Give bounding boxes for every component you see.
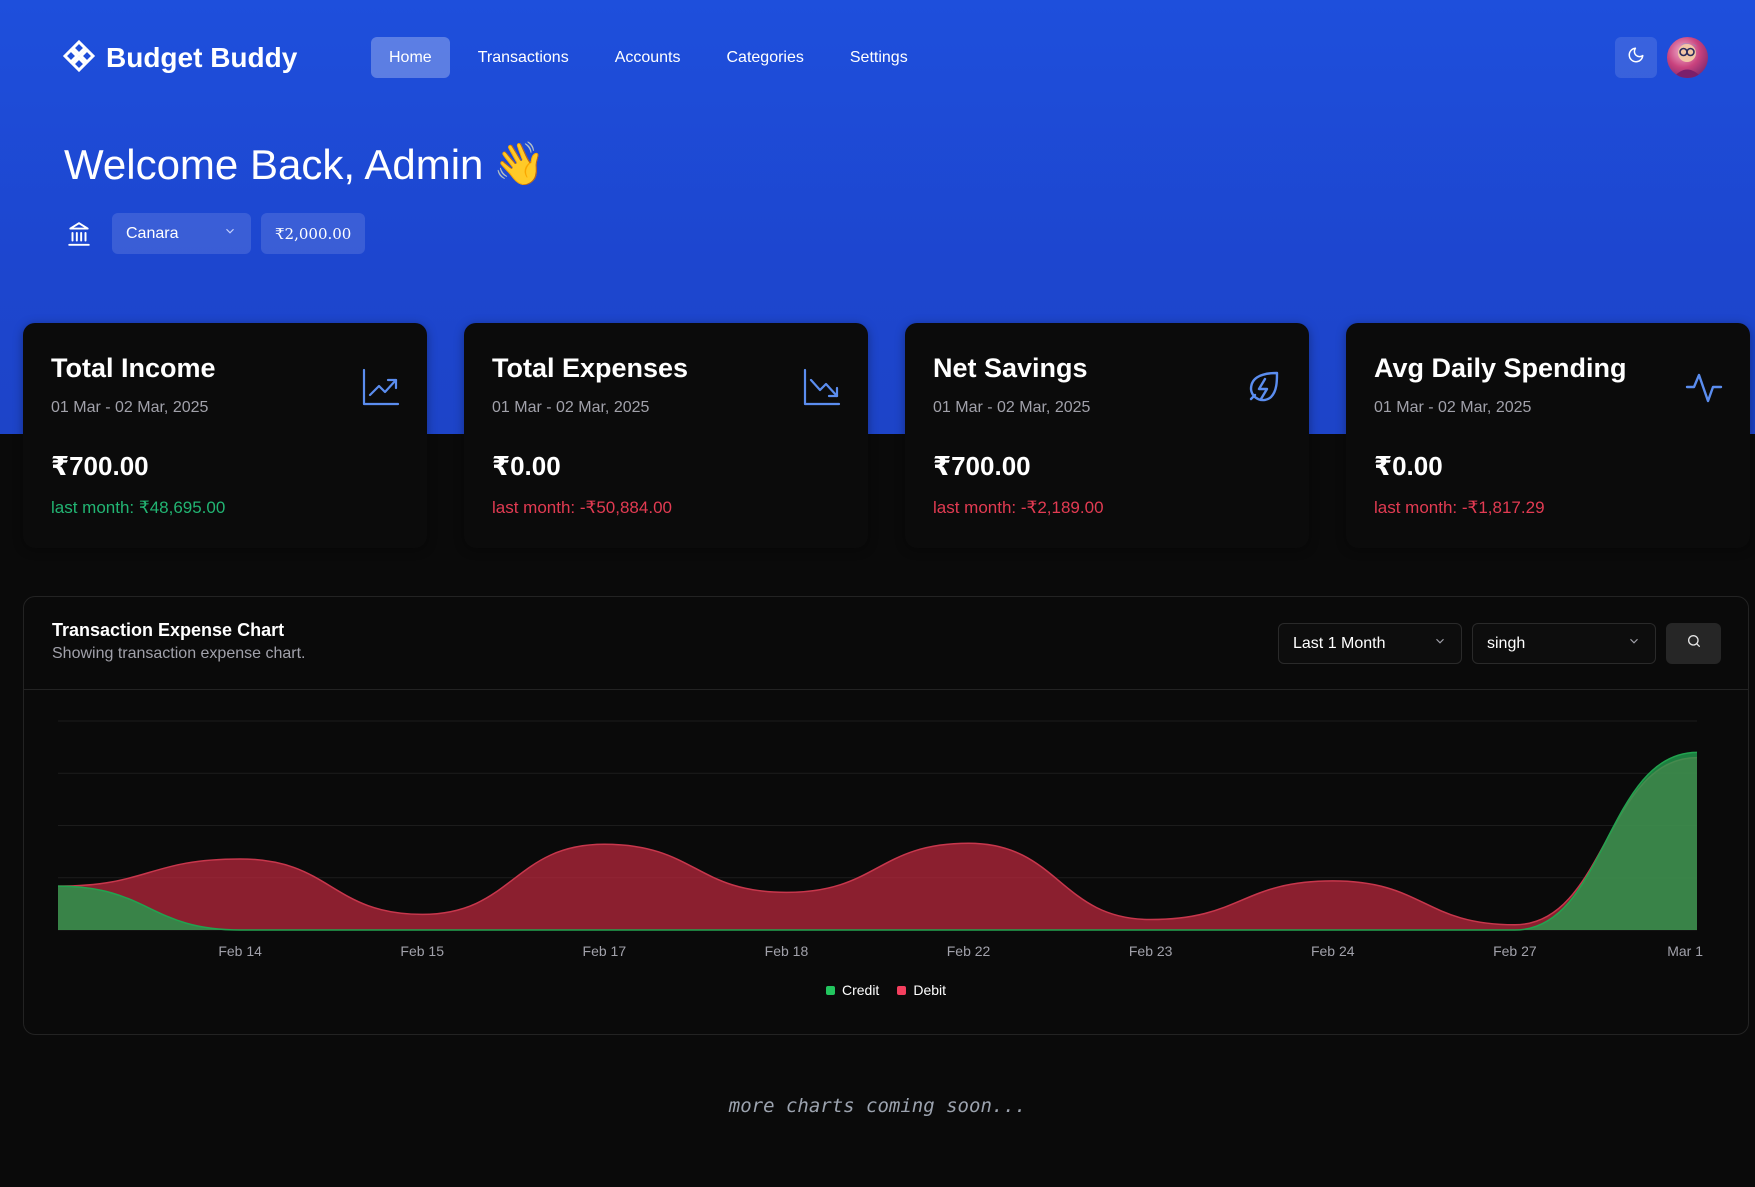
bank-select[interactable]: Canara (112, 213, 251, 254)
x-tick-label: Feb 14 (218, 943, 262, 959)
wave-emoji: 👋 (493, 140, 546, 187)
trending-up-icon (361, 367, 401, 407)
leaf-bolt-icon (1243, 367, 1283, 407)
account-row: Canara ₹2,000.00 (64, 213, 366, 254)
card-title: Net Savings (933, 353, 1088, 383)
nav-transactions[interactable]: Transactions (460, 37, 587, 78)
legend-swatch (897, 985, 907, 995)
card-value: ₹0.00 (1374, 451, 1443, 481)
x-tick-label: Feb 27 (1493, 943, 1537, 959)
x-tick-label: Mar 1 (1667, 943, 1703, 959)
nav-home[interactable]: Home (371, 37, 450, 78)
search-icon (1686, 633, 1702, 654)
period-select[interactable]: Last 1 Month (1278, 623, 1462, 664)
nav-categories[interactable]: Categories (709, 37, 822, 78)
search-button[interactable] (1666, 623, 1721, 664)
area-chart: Feb 14 Feb 15 Feb 17 Feb 18 Feb 22 Feb 23 Feb … (57, 720, 1703, 959)
user-avatar[interactable] (1667, 37, 1708, 78)
card-title: Avg Daily Spending (1374, 353, 1627, 383)
chart-x-ticks: Feb 14 Feb 15 Feb 17 Feb 18 Feb 22 Feb 23 Feb … (218, 943, 1703, 959)
card-value: ₹700.00 (933, 451, 1031, 481)
chart-controls: Last 1 Month singh (1278, 623, 1721, 664)
x-tick-label: Feb 17 (583, 943, 627, 959)
card-last-month: last month: -₹50,884.00 (492, 498, 672, 517)
trending-down-icon (802, 367, 842, 407)
total-expenses-card: Total Expenses 01 Mar - 02 Mar, 2025 ₹0.… (464, 323, 868, 548)
period-select-value: Last 1 Month (1293, 634, 1386, 652)
brand[interactable]: Budget Buddy (62, 38, 297, 78)
welcome-heading: Welcome Back, Admin 👋 (64, 140, 546, 189)
x-tick-label: Feb 22 (947, 943, 991, 959)
legend-swatch (825, 985, 835, 995)
card-date: 01 Mar - 02 Mar, 2025 (1374, 399, 1532, 416)
nav-settings[interactable]: Settings (832, 37, 926, 78)
card-value: ₹700.00 (51, 451, 149, 481)
chevron-down-icon (1433, 634, 1447, 653)
net-savings-card: Net Savings 01 Mar - 02 Mar, 2025 ₹700.0… (905, 323, 1309, 548)
card-title: Total Expenses (492, 353, 689, 383)
card-title: Total Income (51, 353, 216, 383)
moon-icon (1627, 46, 1645, 69)
chart-legend: Credit Debit (24, 982, 1748, 998)
nav-accounts[interactable]: Accounts (597, 37, 699, 78)
chart-title: Transaction Expense Chart (52, 620, 285, 640)
card-date: 01 Mar - 02 Mar, 2025 (51, 399, 209, 416)
coming-soon-text: more charts coming soon... (728, 1095, 1027, 1117)
transaction-expense-chart-card: Transaction Expense Chart Showing transa… (23, 596, 1749, 1035)
bank-select-value: Canara (126, 224, 179, 242)
card-date: 01 Mar - 02 Mar, 2025 (933, 399, 1091, 416)
activity-icon (1684, 367, 1724, 407)
card-date: 01 Mar - 02 Mar, 2025 (492, 399, 650, 416)
chart-header: Transaction Expense Chart Showing transa… (24, 597, 1748, 690)
top-navbar: Budget Buddy Home Transactions Accounts … (0, 0, 1755, 116)
x-tick-label: Feb 23 (1129, 943, 1173, 959)
x-tick-label: Feb 15 (400, 943, 444, 959)
account-balance-badge: ₹2,000.00 (261, 213, 366, 254)
series-area-debit (58, 757, 1697, 930)
brand-name: Budget Buddy (106, 42, 298, 73)
chevron-down-icon (1627, 634, 1641, 653)
legend-item-credit[interactable]: Credit (825, 982, 880, 998)
chart-areas (57, 751, 1698, 931)
flower-logo-icon (62, 39, 96, 78)
x-tick-label: Feb 24 (1311, 943, 1355, 959)
main-nav: Home Transactions Accounts Categories Se… (371, 37, 936, 78)
x-tick-label: Feb 18 (765, 943, 809, 959)
chart-subtitle: Showing transaction expense chart. (52, 645, 306, 662)
avg-daily-spending-card: Avg Daily Spending 01 Mar - 02 Mar, 2025… (1346, 323, 1750, 548)
bank-icon (64, 219, 94, 249)
account-select[interactable]: singh (1472, 623, 1656, 664)
card-last-month: last month: ₹48,695.00 (51, 498, 226, 517)
total-income-card: Total Income 01 Mar - 02 Mar, 2025 ₹700.… (23, 323, 427, 548)
legend-label: Debit (913, 982, 947, 998)
welcome-text: Welcome Back, Admin (64, 140, 484, 188)
chevron-down-icon (223, 224, 237, 243)
legend-item-debit[interactable]: Debit (897, 982, 946, 998)
card-last-month: last month: -₹1,817.29 (1374, 498, 1545, 517)
card-value: ₹0.00 (492, 451, 561, 481)
legend-label: Credit (841, 982, 880, 998)
theme-toggle-button[interactable] (1615, 37, 1657, 78)
card-last-month: last month: -₹2,189.00 (933, 498, 1104, 517)
account-select-value: singh (1487, 634, 1526, 652)
